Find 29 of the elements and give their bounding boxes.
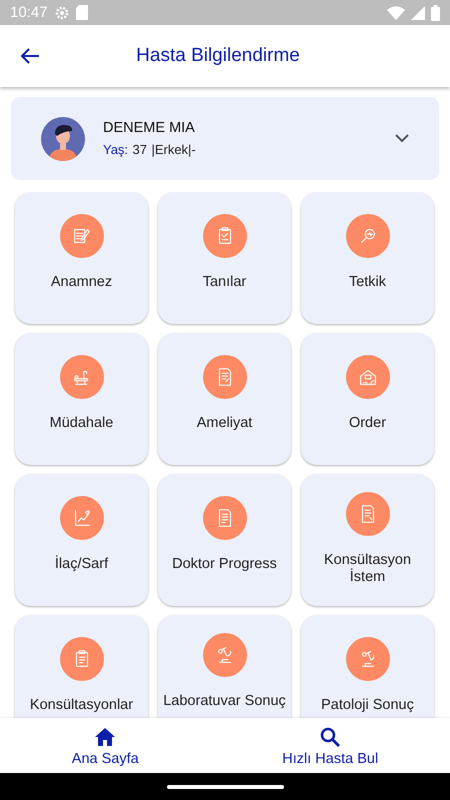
chevron-down-icon[interactable] <box>395 134 409 143</box>
status-time: 10:47 <box>10 4 48 21</box>
menu-tile[interactable]: Tetkik <box>301 192 434 324</box>
menu-tile[interactable]: Anamnez <box>15 192 148 324</box>
patient-name: DENEME MIA <box>103 120 195 136</box>
menu-tile[interactable]: Doktor Progress <box>158 474 291 606</box>
menu-tile[interactable]: Laboratuvar Sonuç <box>158 615 291 718</box>
nav-tab[interactable]: Hızlı Hasta Bul <box>274 718 386 773</box>
sd-card-icon <box>76 5 88 20</box>
age-value: 37 <box>132 142 147 156</box>
signal-icon <box>411 6 425 20</box>
page-title: Hasta Bilgilendirme <box>135 45 301 67</box>
menu-tile[interactable]: Müdahale <box>15 333 148 465</box>
battery-icon <box>431 4 440 20</box>
menu-tile[interactable]: İlaç/Sarf <box>15 474 148 606</box>
home-indicator[interactable] <box>166 784 284 788</box>
wifi-icon <box>387 6 405 20</box>
age-label: Yaş: <box>103 142 128 156</box>
menu-tile[interactable]: Konsültasyon İstem <box>301 474 434 606</box>
menu-tile[interactable]: Order <box>301 333 434 465</box>
menu-tile[interactable]: Ameliyat <box>158 333 291 465</box>
menu-tile[interactable]: Tanılar <box>158 192 291 324</box>
back-arrow-icon <box>20 48 40 64</box>
avatar <box>41 116 85 160</box>
gear-icon <box>54 4 70 20</box>
menu-tile[interactable]: Konsültasyonlar <box>15 615 148 718</box>
nav-tab[interactable]: Ana Sayfa <box>64 718 147 773</box>
menu-tile[interactable]: Patoloji Sonuç <box>301 615 434 718</box>
gender-info: |Erkek|- <box>151 142 196 156</box>
